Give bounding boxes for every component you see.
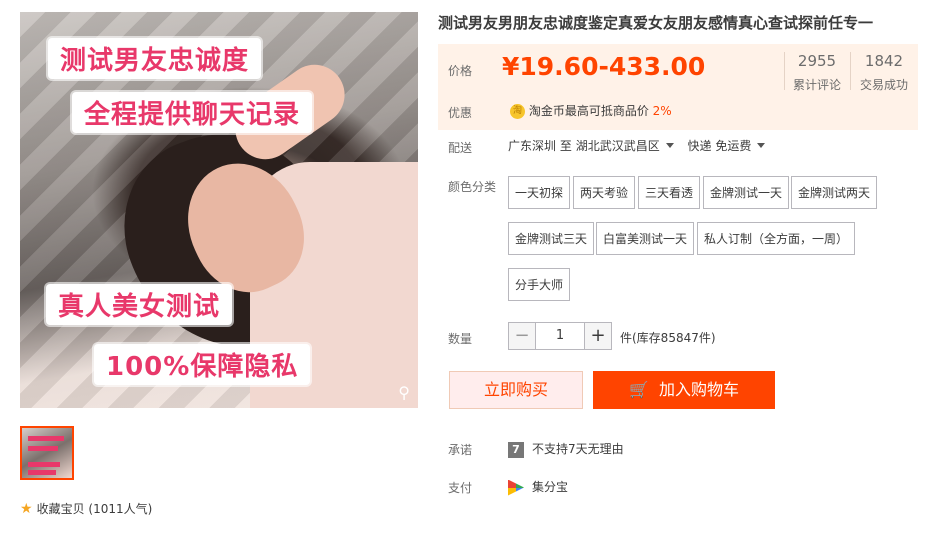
image-tag: 全程提供聊天记录 bbox=[72, 92, 313, 133]
promise-info: 7 不支持7天无理由 bbox=[508, 440, 624, 458]
add-to-cart-button[interactable]: 🛒 加入购物车 bbox=[593, 371, 775, 409]
stock-info: 件(库存85847件) bbox=[620, 331, 716, 345]
sku-option[interactable]: 三天看透 bbox=[638, 176, 701, 209]
favorite-label: 收藏宝贝 bbox=[36, 502, 85, 516]
color-label: 颜色分类 bbox=[448, 180, 497, 194]
ship-to-select[interactable]: 湖北武汉武昌区 bbox=[576, 139, 684, 153]
thumbnail[interactable] bbox=[214, 426, 268, 480]
buy-now-button[interactable]: 立即购买 bbox=[449, 371, 583, 409]
quantity-input[interactable]: 1 bbox=[536, 322, 584, 350]
seven-day-icon: 7 bbox=[508, 441, 524, 458]
thumb-tag-mark bbox=[28, 462, 60, 467]
shipping-info: 广东深圳 至 湖北武汉武昌区 快递 免运费 bbox=[508, 137, 775, 154]
price-box: 价格 ¥19.60-433.00 2955 累计评论 1842 交易成功 优惠 … bbox=[438, 44, 918, 130]
thumbnail-active[interactable] bbox=[20, 426, 74, 480]
sku-option[interactable]: 分手大师 bbox=[508, 268, 571, 301]
image-tag: 测试男友忠诚度 bbox=[48, 38, 262, 79]
thumbnail[interactable] bbox=[154, 426, 208, 480]
payment-text: 集分宝 bbox=[532, 480, 569, 494]
cart-icon: 🛒 bbox=[629, 380, 649, 399]
ship-from: 广东深圳 bbox=[508, 139, 557, 153]
thumb-tag-mark bbox=[28, 446, 58, 451]
add-to-cart-label: 加入购物车 bbox=[658, 380, 739, 399]
promo-percent: 2% bbox=[652, 104, 672, 118]
zoom-icon[interactable]: ⚲ bbox=[398, 383, 410, 402]
ship-method-select[interactable]: 快递 免运费 bbox=[688, 139, 776, 153]
deals-label: 交易成功 bbox=[859, 78, 908, 92]
sku-option[interactable]: 一天初探 bbox=[508, 176, 571, 209]
sku-option[interactable]: 两天考验 bbox=[573, 176, 636, 209]
thumbnail[interactable] bbox=[278, 426, 332, 480]
thumbnail[interactable] bbox=[88, 426, 142, 480]
sku-option[interactable]: 金牌测试一天 bbox=[703, 176, 790, 209]
price-label: 价格 bbox=[448, 64, 473, 78]
payment-label: 支付 bbox=[448, 481, 473, 495]
product-main-image[interactable]: 测试男友忠诚度 全程提供聊天记录 真人美女测试 100%保障隐私 ⚲ bbox=[20, 12, 418, 408]
taojinbi-coin-icon: 淘 bbox=[510, 104, 525, 119]
shipping-label: 配送 bbox=[448, 141, 473, 155]
promo-info: 淘 淘金币最高可抵商品价 2% bbox=[510, 102, 672, 119]
thumb-tag-mark bbox=[28, 470, 56, 475]
reviews-count[interactable]: 2955 bbox=[788, 52, 846, 70]
deals-count: 1842 bbox=[864, 52, 904, 70]
ship-to-word: 至 bbox=[559, 139, 572, 153]
ship-to-label: 湖北武汉武昌区 bbox=[575, 139, 660, 153]
favorite-link[interactable]: ★ 收藏宝贝 (1011人气) bbox=[20, 500, 152, 517]
chevron-down-icon bbox=[665, 143, 674, 148]
divider bbox=[784, 52, 785, 90]
divider bbox=[850, 52, 851, 90]
promise-text: 不支持7天无理由 bbox=[532, 442, 624, 456]
sku-option[interactable]: 金牌测试三天 bbox=[508, 222, 595, 255]
star-icon: ★ bbox=[20, 501, 33, 517]
image-tag: 100%保障隐私 bbox=[94, 344, 311, 385]
payment-info: 集分宝 bbox=[508, 478, 568, 496]
quantity-plus-button[interactable]: + bbox=[584, 322, 612, 350]
sku-option[interactable]: 私人订制（全方面，一周） bbox=[697, 222, 856, 255]
quantity-minus-button[interactable]: − bbox=[508, 322, 536, 350]
chevron-down-icon bbox=[757, 143, 766, 148]
favorite-count: (1011人气) bbox=[88, 502, 153, 516]
image-tag: 真人美女测试 bbox=[46, 284, 233, 325]
jifenbao-icon bbox=[508, 479, 524, 496]
thumb-tag-mark bbox=[28, 436, 64, 441]
promo-text: 淘金币最高可抵商品价 bbox=[528, 104, 649, 118]
quantity-label: 数量 bbox=[448, 332, 473, 346]
sku-option[interactable]: 金牌测试两天 bbox=[791, 176, 878, 209]
product-title: 测试男友男朋友忠诚度鉴定真爱女友朋友感情真心查试探前任专一 bbox=[438, 14, 874, 32]
ship-method-label: 快递 免运费 bbox=[687, 139, 752, 153]
promo-label: 优惠 bbox=[448, 106, 473, 120]
price-value: ¥19.60-433.00 bbox=[502, 52, 706, 81]
sku-option[interactable]: 白富美测试一天 bbox=[596, 222, 695, 255]
promise-label: 承诺 bbox=[448, 443, 473, 457]
reviews-label[interactable]: 累计评论 bbox=[788, 76, 846, 93]
